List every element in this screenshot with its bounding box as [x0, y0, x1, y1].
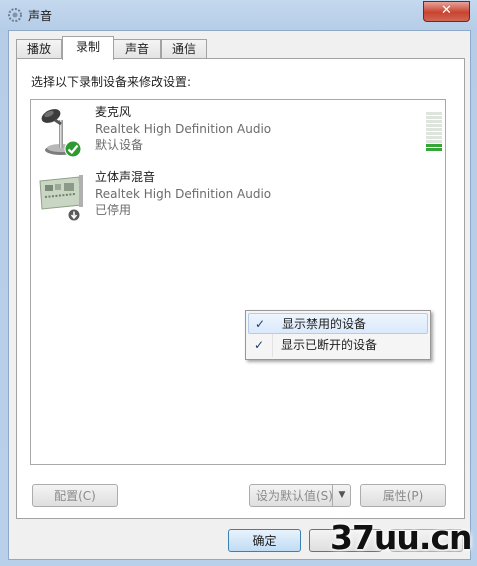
tab-communications[interactable]: 通信: [161, 39, 207, 59]
device-name: 立体声混音: [95, 170, 156, 184]
level-segment: [426, 132, 442, 135]
level-meter: [426, 112, 442, 152]
button-label: 设为默认值(S): [256, 489, 333, 503]
window-title: 声音: [28, 9, 53, 23]
menu-item-show-disabled-devices[interactable]: ✓ 显示禁用的设备: [248, 313, 428, 334]
device-microphone[interactable]: 麦克风 Realtek High Definition Audio 默认设备: [37, 104, 442, 164]
button-label: 确定: [252, 534, 277, 548]
checkmark-icon: ✓: [254, 338, 265, 352]
device-driver: Realtek High Definition Audio: [95, 186, 272, 201]
device-stereo-mix[interactable]: 立体声混音 Realtek High Definition Audio 已停用: [37, 169, 427, 229]
configure-button[interactable]: 配置(C): [32, 484, 118, 507]
level-segment: [426, 148, 442, 151]
tab-label: 通信: [171, 42, 196, 56]
button-label: 属性(P): [382, 489, 424, 503]
watermark-logo: 37uu.cn: [330, 518, 472, 557]
device-status: 已停用: [95, 203, 132, 217]
panel-prompt: 选择以下录制设备来修改设置:: [31, 75, 192, 89]
recording-panel: 选择以下录制设备来修改设置: 麦克风 Realtek High Definiti…: [16, 58, 465, 519]
tab-label: 声音: [124, 42, 149, 56]
chevron-down-icon[interactable]: ▼: [332, 484, 351, 507]
speaker-settings-icon: [8, 8, 22, 22]
menu-item-show-disconnected-devices[interactable]: ✓ 显示已断开的设备: [248, 335, 428, 356]
sound-dialog-window: 声音 ✕ 播放 录制 声音 通信 选择以下录制设备来修改设置: 麦克风 Real…: [0, 0, 477, 566]
device-driver: Realtek High Definition Audio: [95, 121, 272, 136]
set-default-button[interactable]: 设为默认值(S) ▼: [249, 484, 351, 507]
device-list[interactable]: 麦克风 Realtek High Definition Audio 默认设备 立…: [30, 99, 446, 465]
level-segment: [426, 120, 442, 123]
level-segment: [426, 128, 442, 131]
green-check-icon: [64, 140, 82, 158]
tab-sounds[interactable]: 声音: [113, 39, 161, 59]
level-segment: [426, 136, 442, 139]
close-icon: ✕: [441, 3, 452, 18]
tab-recording[interactable]: 录制: [62, 36, 114, 60]
device-text: 立体声混音 Realtek High Definition Audio 已停用: [95, 169, 271, 219]
title-bar[interactable]: 声音 ✕: [0, 0, 477, 30]
close-button[interactable]: ✕: [423, 1, 470, 22]
level-segment: [426, 116, 442, 119]
button-label: 配置(C): [54, 489, 96, 503]
context-menu: ✓ 显示禁用的设备 ✓ 显示已断开的设备: [245, 310, 431, 360]
properties-button[interactable]: 属性(P): [360, 484, 446, 507]
disabled-arrow-icon: [67, 208, 81, 222]
sound-card-icon: [39, 175, 83, 210]
level-segment: [426, 124, 442, 127]
level-segment: [426, 112, 442, 115]
device-status: 默认设备: [95, 138, 144, 152]
device-text: 麦克风 Realtek High Definition Audio 默认设备: [95, 104, 271, 154]
level-segment: [426, 144, 442, 147]
menu-item-label: 显示禁用的设备: [282, 317, 367, 331]
dialog-client-area: 播放 录制 声音 通信 选择以下录制设备来修改设置: 麦克风 Realtek H…: [8, 30, 471, 560]
device-name: 麦克风: [95, 105, 132, 119]
menu-item-label: 显示已断开的设备: [281, 338, 378, 352]
ok-button[interactable]: 确定: [228, 529, 301, 552]
level-segment: [426, 140, 442, 143]
checkmark-icon: ✓: [255, 317, 266, 331]
tab-playback[interactable]: 播放: [16, 39, 62, 59]
tab-label: 播放: [26, 42, 51, 56]
tab-label: 录制: [75, 40, 100, 54]
